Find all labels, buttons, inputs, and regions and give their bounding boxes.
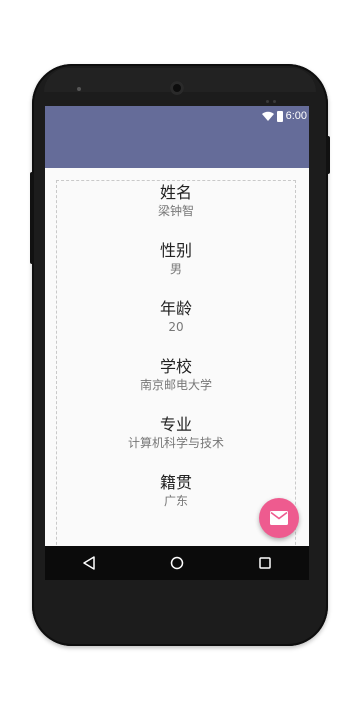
- field-school-label: 学校: [159, 357, 192, 376]
- field-major-value: 计算机科学与技术: [127, 436, 224, 450]
- navigation-bar: [45, 546, 309, 580]
- phone-screen: 6:00 姓名 梁钟智 性别 男 年龄 20 学校 南京邮电大学 专业 计算机科…: [45, 106, 309, 580]
- field-hometown-value: 广东: [163, 494, 188, 508]
- field-gender-value: 男: [169, 262, 182, 276]
- field-name-label: 姓名: [159, 183, 192, 202]
- volume-button: [30, 172, 34, 264]
- front-camera: [170, 81, 184, 95]
- field-major-label: 专业: [159, 415, 192, 434]
- wifi-icon: [261, 111, 274, 121]
- back-button[interactable]: [71, 548, 107, 578]
- field-age-label: 年龄: [159, 299, 192, 318]
- field-gender: 性别 男: [57, 241, 295, 277]
- field-hometown-label: 籍贯: [159, 473, 192, 492]
- home-button[interactable]: [159, 548, 195, 578]
- status-time: 6:00: [285, 110, 307, 122]
- field-gender-label: 性别: [159, 241, 192, 260]
- app-bar: [45, 126, 309, 168]
- field-school-value: 南京邮电大学: [139, 378, 212, 392]
- mail-icon: [270, 511, 288, 525]
- earpiece-dot: [77, 87, 81, 91]
- proximity-sensors: [266, 88, 280, 103]
- field-age: 年龄 20: [57, 299, 295, 335]
- email-fab-button[interactable]: [259, 498, 299, 538]
- power-button: [326, 136, 330, 174]
- field-name-value: 梁钟智: [157, 204, 194, 218]
- field-school: 学校 南京邮电大学: [57, 357, 295, 393]
- status-bar: 6:00: [45, 106, 309, 126]
- home-icon: [170, 556, 184, 570]
- status-icons: 6:00: [261, 109, 307, 123]
- field-hometown: 籍贯 广东: [57, 473, 295, 509]
- phone-frame: 6:00 姓名 梁钟智 性别 男 年龄 20 学校 南京邮电大学 专业 计算机科…: [30, 64, 330, 646]
- recents-button[interactable]: [247, 548, 283, 578]
- battery-icon: [276, 110, 283, 122]
- field-major: 专业 计算机科学与技术: [57, 415, 295, 451]
- recents-icon: [259, 557, 271, 569]
- field-age-value: 20: [168, 320, 184, 334]
- back-icon: [83, 556, 95, 570]
- field-name: 姓名 梁钟智: [57, 183, 295, 219]
